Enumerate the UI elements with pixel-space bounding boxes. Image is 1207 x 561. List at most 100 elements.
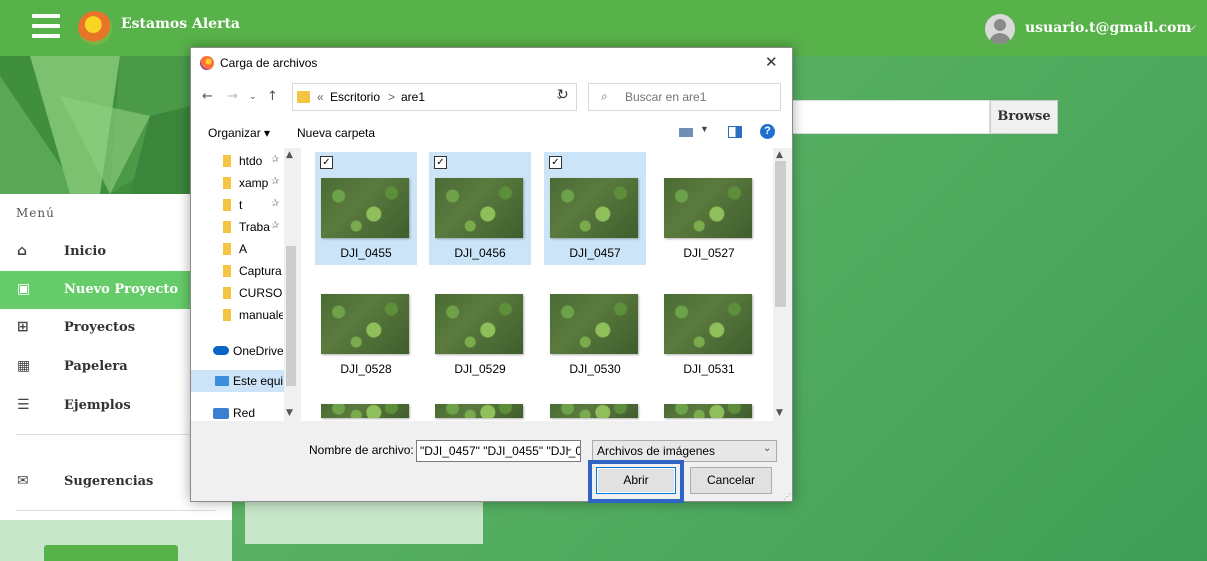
file-tile[interactable] bbox=[429, 396, 531, 421]
address-bar[interactable]: « Escritorio > are1 ⌄ bbox=[292, 83, 577, 111]
nav-item-capturas[interactable]: Captura bbox=[191, 260, 284, 282]
nav-item-htdocs[interactable]: htdo ✰ bbox=[191, 150, 284, 172]
computer-icon bbox=[215, 376, 229, 386]
scroll-down-icon[interactable]: ▼ bbox=[286, 408, 293, 418]
firefox-icon bbox=[200, 56, 214, 70]
filetype-select[interactable]: Archivos de imágenes bbox=[592, 440, 777, 462]
folder-icon bbox=[223, 177, 231, 189]
onedrive-icon bbox=[213, 346, 229, 355]
nav-item-t[interactable]: t ✰ bbox=[191, 194, 284, 216]
nav-item-label: OneDrive bbox=[233, 344, 283, 358]
hamburger-menu-icon[interactable] bbox=[32, 14, 60, 40]
file-tile[interactable] bbox=[658, 396, 760, 421]
refresh-icon[interactable]: ↻ bbox=[557, 87, 569, 103]
forward-arrow-icon[interactable]: → bbox=[227, 89, 238, 104]
sidebar-footer-button[interactable] bbox=[44, 545, 178, 561]
nav-item-manuales[interactable]: manuale bbox=[191, 304, 284, 326]
checkbox-checked-icon[interactable]: ✓ bbox=[320, 156, 333, 169]
logo-icon bbox=[78, 11, 112, 45]
nav-item-label: Este equip bbox=[233, 374, 283, 388]
scroll-up-icon[interactable]: ▲ bbox=[776, 150, 783, 160]
list-icon: ☰ bbox=[17, 397, 30, 413]
preview-pane-icon[interactable] bbox=[728, 126, 742, 138]
menu-title: Menú bbox=[16, 206, 55, 220]
chevron-down-icon[interactable]: ⌄ bbox=[565, 443, 573, 454]
breadcrumb-escritorio[interactable]: Escritorio bbox=[330, 90, 380, 104]
mail-icon: ✉ bbox=[17, 473, 29, 489]
brand-name: Estamos Alerta bbox=[121, 16, 240, 32]
dialog-titlebar: Carga de archivos ✕ bbox=[191, 48, 792, 78]
image-thumbnail bbox=[321, 404, 409, 418]
image-thumbnail bbox=[321, 178, 409, 238]
up-arrow-icon[interactable]: ↑ bbox=[267, 89, 278, 104]
image-thumbnail bbox=[321, 294, 409, 354]
network-icon bbox=[213, 408, 229, 419]
user-email[interactable]: usuario.t@gmail.com bbox=[1025, 20, 1191, 36]
resize-grip-icon[interactable]: ⋰ bbox=[783, 492, 791, 501]
cancel-button[interactable]: Cancelar bbox=[690, 467, 772, 494]
close-icon[interactable]: ✕ bbox=[765, 53, 778, 71]
back-arrow-icon[interactable]: ← bbox=[202, 89, 213, 104]
sidebar-item-label: Proyectos bbox=[64, 320, 136, 335]
pin-icon: ✰ bbox=[271, 220, 280, 231]
file-grid: ✓ DJI_0455 ✓ DJI_0456 ✓ DJI_0457 DJI_052… bbox=[301, 148, 776, 421]
nav-item-cursos[interactable]: CURSOS bbox=[191, 282, 284, 304]
image-thumbnail bbox=[435, 294, 523, 354]
sidebar-item-label: Inicio bbox=[64, 244, 106, 259]
file-path-input[interactable] bbox=[788, 100, 990, 134]
image-thumbnail bbox=[435, 404, 523, 418]
file-tile[interactable]: DJI_0531 bbox=[658, 268, 760, 381]
file-tile[interactable]: ✓ DJI_0455 bbox=[315, 152, 417, 265]
dialog-title: Carga de archivos bbox=[220, 56, 318, 70]
breadcrumb-overflow[interactable]: « bbox=[317, 90, 324, 104]
chevron-down-icon[interactable]: ▼ bbox=[700, 124, 709, 134]
sidebar-item-label: Papelera bbox=[64, 359, 128, 374]
divider bbox=[16, 510, 216, 511]
file-name: DJI_0529 bbox=[454, 362, 506, 376]
pin-icon: ✰ bbox=[271, 198, 280, 209]
sidebar-item-label: Ejemplos bbox=[64, 398, 131, 413]
checkbox-checked-icon[interactable]: ✓ bbox=[549, 156, 562, 169]
nav-item-label: CURSOS bbox=[239, 286, 283, 300]
browse-button[interactable]: Browse bbox=[990, 100, 1058, 134]
nav-item-red[interactable]: Red bbox=[191, 402, 284, 421]
image-thumbnail bbox=[664, 294, 752, 354]
help-icon[interactable]: ? bbox=[760, 124, 775, 139]
filename-input[interactable]: "DJI_0457" "DJI_0455" "DJI_0 bbox=[416, 440, 581, 462]
file-tile[interactable]: DJI_0528 bbox=[315, 268, 417, 381]
view-icon[interactable] bbox=[679, 128, 693, 137]
organize-menu[interactable]: Organizar ▾ bbox=[208, 126, 270, 140]
nav-item-trabajo[interactable]: Traba ✰ bbox=[191, 216, 284, 238]
file-tile[interactable]: DJI_0530 bbox=[544, 268, 646, 381]
nav-item-xampp[interactable]: xamp ✰ bbox=[191, 172, 284, 194]
chevron-down-icon[interactable]: ⌄ bbox=[763, 443, 771, 454]
search-box[interactable]: ⌕ bbox=[588, 83, 781, 111]
nav-scrollbar-thumb[interactable] bbox=[286, 246, 296, 386]
file-tile[interactable]: DJI_0527 bbox=[658, 152, 760, 265]
sidebar-item-label: Sugerencias bbox=[64, 474, 154, 489]
nav-item-este-equipo[interactable]: Este equip bbox=[191, 370, 284, 392]
new-folder-button[interactable]: Nueva carpeta bbox=[297, 126, 375, 140]
folder-icon bbox=[223, 287, 231, 299]
avatar[interactable] bbox=[985, 14, 1015, 44]
file-tile[interactable]: ✓ DJI_0456 bbox=[429, 152, 531, 265]
file-tile[interactable]: ✓ DJI_0457 bbox=[544, 152, 646, 265]
chevron-down-icon[interactable]: ⌵ bbox=[1187, 19, 1196, 34]
scroll-down-icon[interactable]: ▼ bbox=[776, 408, 783, 418]
breadcrumb-are1[interactable]: are1 bbox=[401, 90, 425, 104]
file-tile[interactable] bbox=[544, 396, 646, 421]
file-tile[interactable]: DJI_0529 bbox=[429, 268, 531, 381]
file-tile[interactable] bbox=[315, 396, 417, 421]
search-input[interactable] bbox=[625, 89, 775, 105]
nav-item-onedrive[interactable]: OneDrive bbox=[191, 340, 284, 362]
grid-scrollbar-thumb[interactable] bbox=[775, 161, 786, 307]
recent-dropdown-icon[interactable]: ⌄ bbox=[249, 92, 257, 102]
search-icon: ⌕ bbox=[601, 89, 608, 103]
open-button[interactable]: Abrir bbox=[596, 467, 676, 494]
checkbox-checked-icon[interactable]: ✓ bbox=[434, 156, 447, 169]
pin-icon: ✰ bbox=[271, 154, 280, 165]
file-name: DJI_0457 bbox=[569, 246, 621, 260]
nav-item-a[interactable]: A bbox=[191, 238, 284, 260]
nav-item-label: A bbox=[239, 242, 248, 256]
scroll-up-icon[interactable]: ▲ bbox=[286, 150, 293, 160]
